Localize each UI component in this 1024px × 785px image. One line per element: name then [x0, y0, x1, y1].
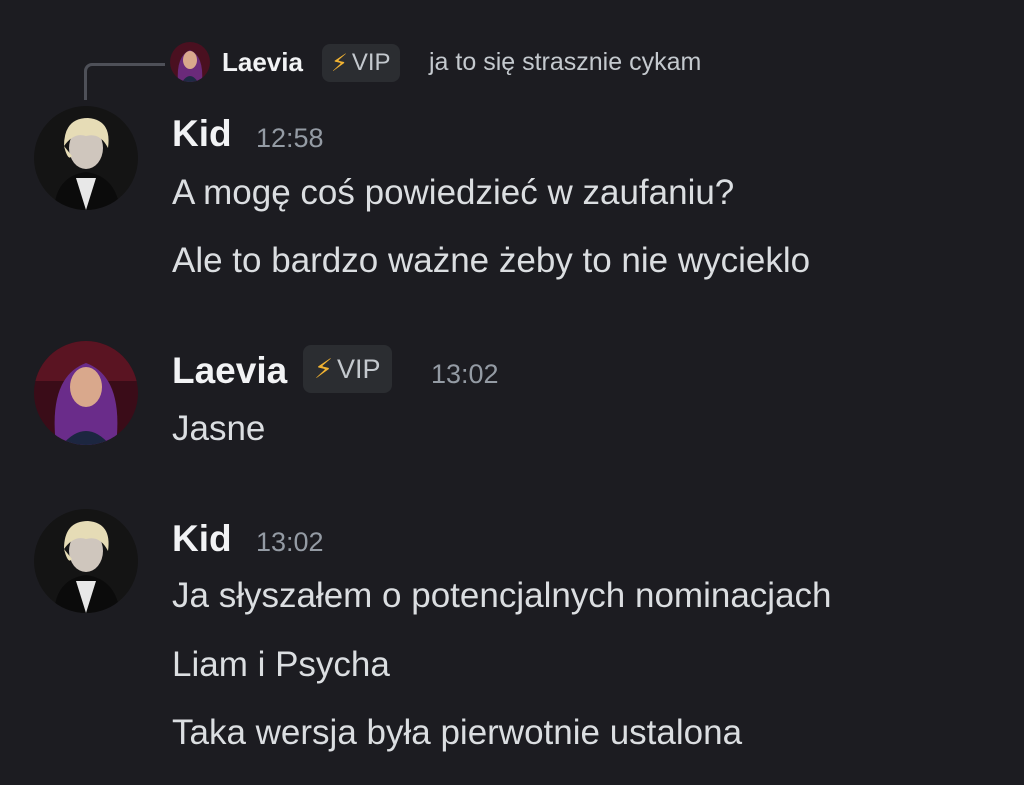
message-author-name[interactable]: Kid — [172, 113, 232, 155]
reply-connector-line — [84, 63, 165, 100]
message-text: Taka wersja była pierwotnie ustalona — [172, 713, 743, 752]
reply-preview-text[interactable]: ja to się strasznie cykam — [429, 48, 701, 77]
lightning-bolt-icon: ⚡ — [314, 353, 333, 384]
badge-label: VIP — [336, 353, 381, 384]
reply-author-avatar[interactable] — [170, 42, 210, 82]
message-text: Liam i Psycha — [172, 645, 390, 684]
message-text: A mogę coś powiedzieć w zaufaniu? — [172, 173, 735, 212]
vip-badge[interactable]: ⚡ VIP — [303, 345, 392, 393]
badge-label: VIP — [351, 49, 391, 76]
kid-avatar[interactable] — [34, 106, 138, 210]
message-timestamp: 12:58 — [256, 123, 324, 153]
reply-author-name[interactable]: Laevia — [222, 47, 303, 78]
message-author-name[interactable]: Laevia — [172, 350, 287, 392]
message-timestamp: 13:02 — [431, 359, 499, 389]
laevia-avatar[interactable] — [34, 341, 138, 445]
message-text: Ja słyszałem o potencjalnych nominacjach — [172, 576, 832, 615]
message-text: Jasne — [172, 409, 266, 448]
message-timestamp: 13:02 — [256, 527, 324, 557]
message-author-name[interactable]: Kid — [172, 518, 232, 560]
message-text: Ale to bardzo ważne żeby to nie wycieklo — [172, 241, 811, 280]
lightning-bolt-icon: ⚡ — [331, 49, 348, 77]
vip-badge[interactable]: ⚡ VIP — [322, 44, 400, 82]
kid-avatar[interactable] — [34, 509, 138, 613]
